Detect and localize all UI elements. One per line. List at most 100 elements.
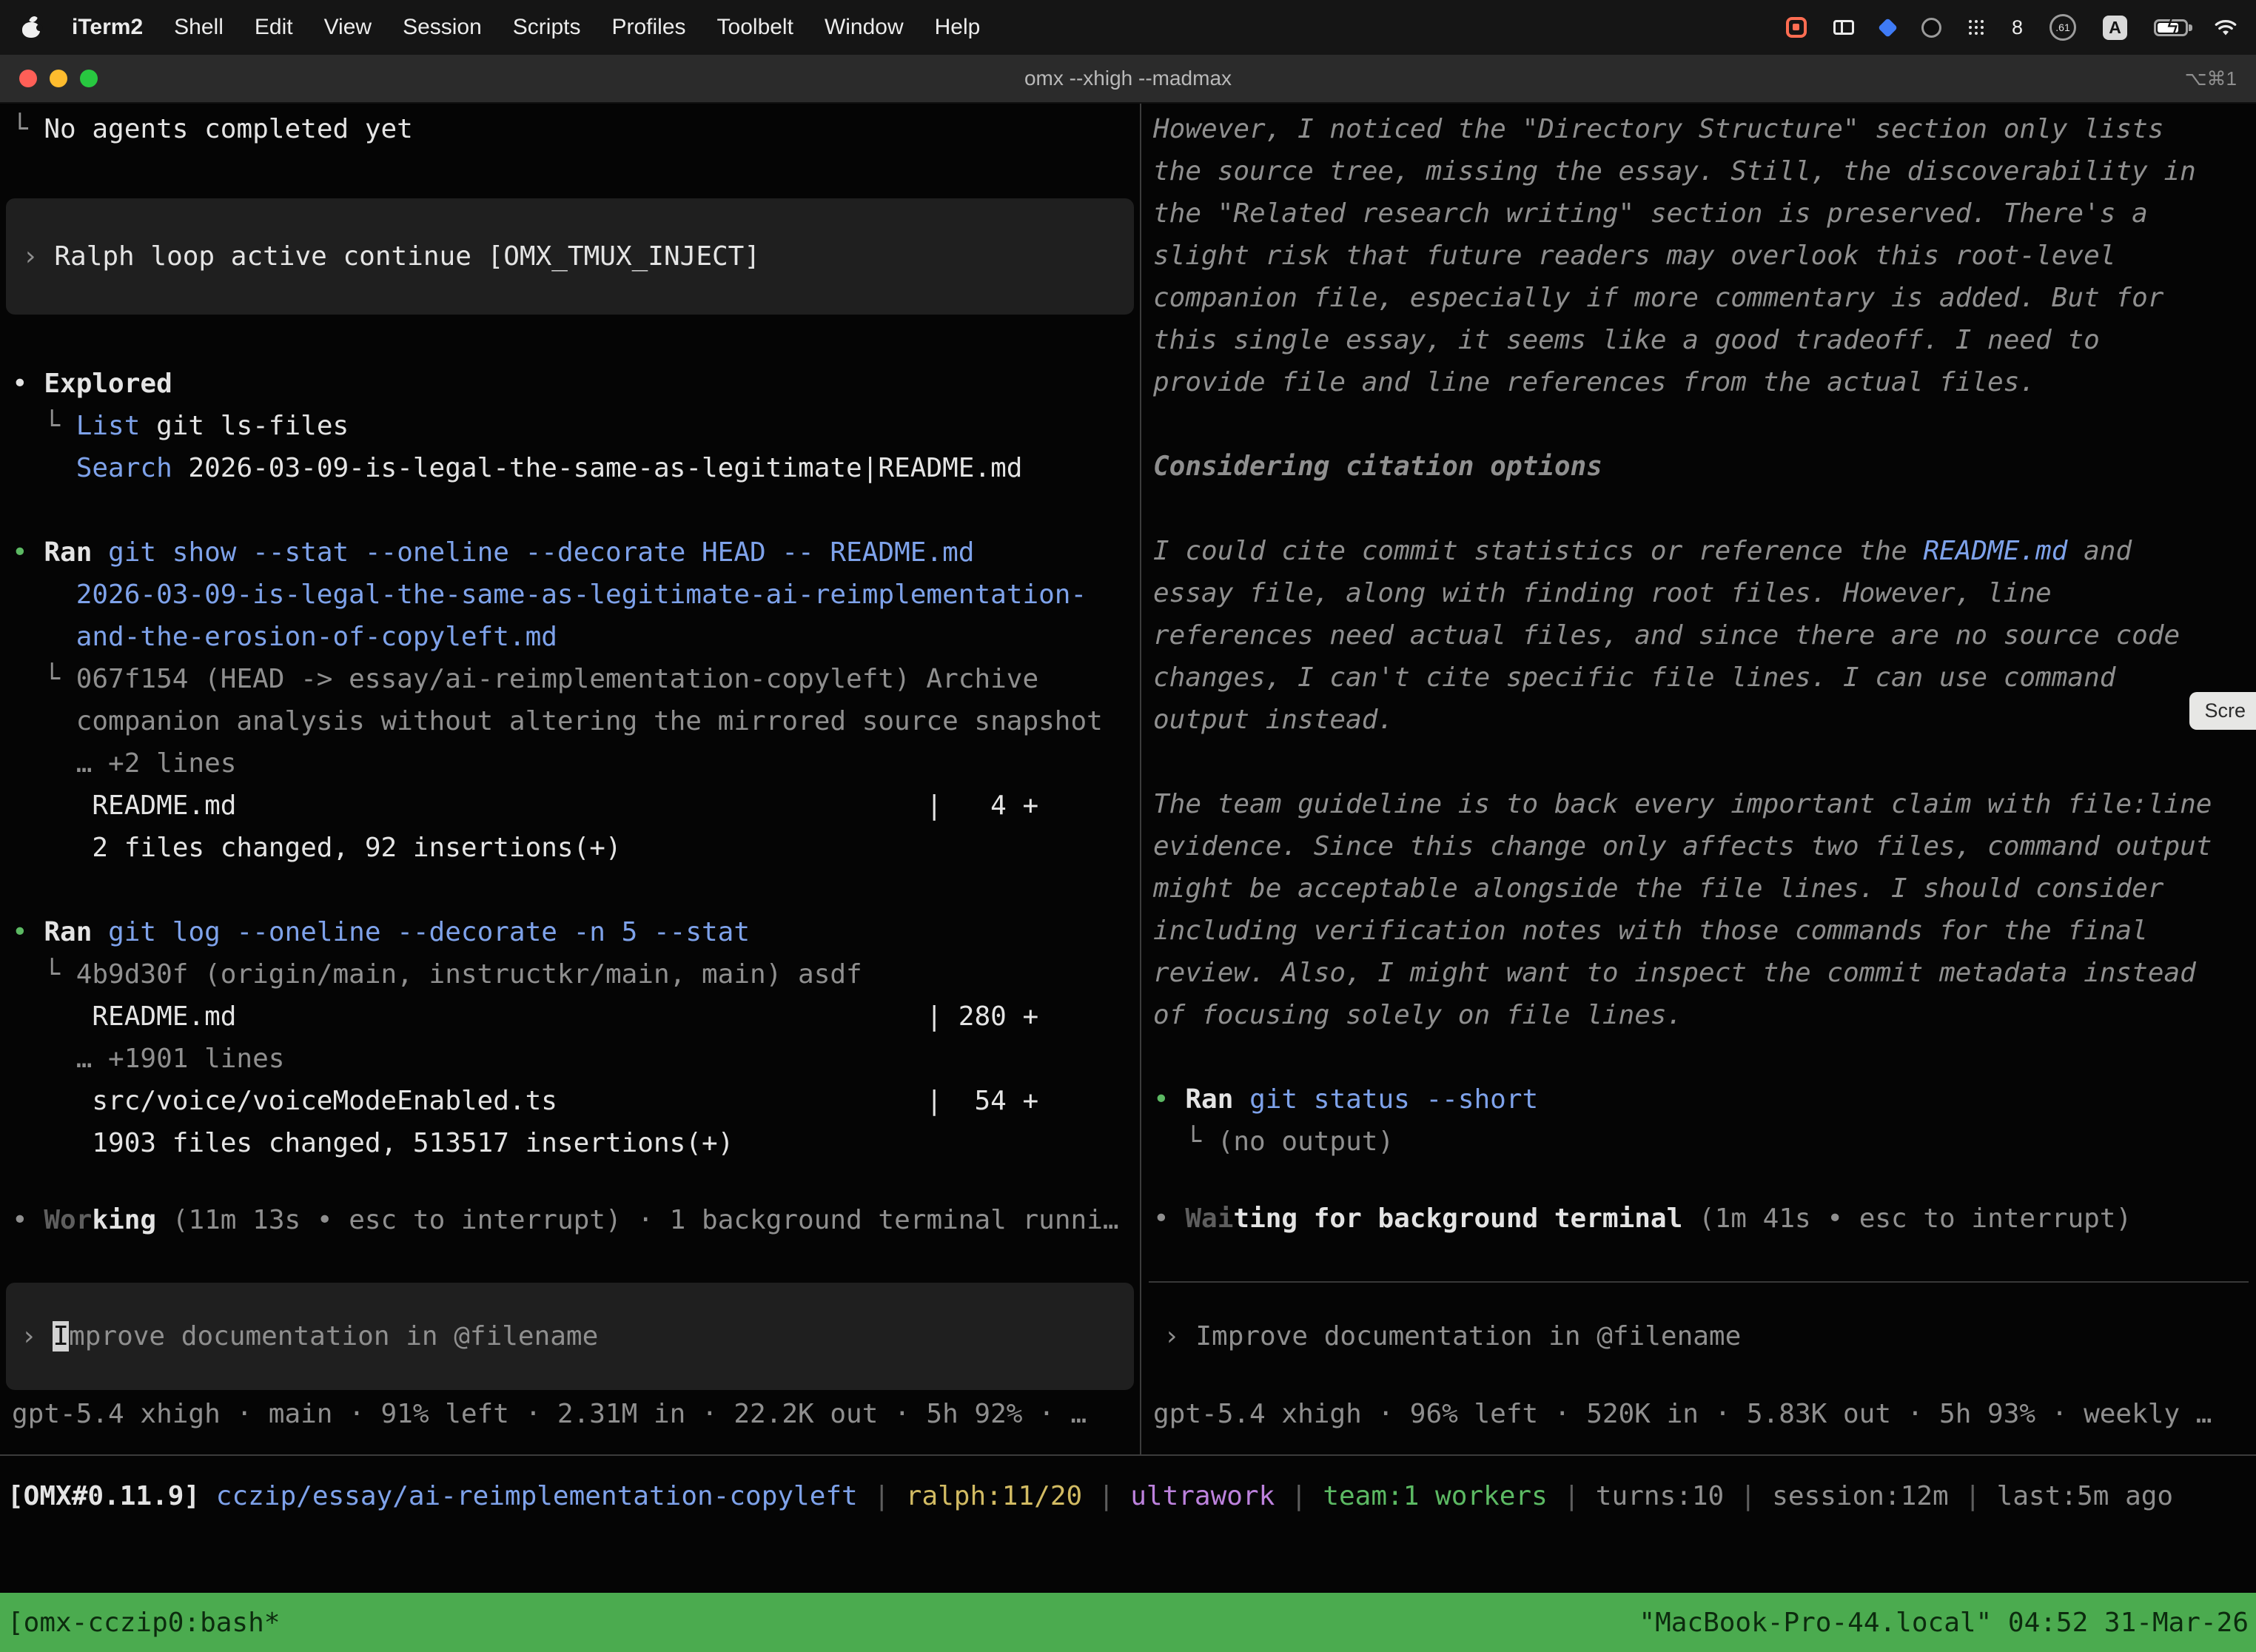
terminal-line: • Ran git log --oneline --decorate -n 5 … [0,911,1140,953]
text-segment: | [858,1481,906,1511]
text-segment: changes, I can't cite specific file line… [1153,662,2115,693]
text-segment: essay file, along with finding root file… [1153,578,2052,608]
terminal-panes: └ No agents completed yet › Ralph loop a… [0,104,2256,1456]
text-segment: turns:10 [1596,1481,1724,1511]
gauge-icon[interactable]: .61 [2049,14,2076,41]
terminal-line: essay file, along with finding root file… [1141,572,2256,614]
minimize-button[interactable] [50,70,67,87]
terminal-line: Search 2026-03-09-is-legal-the-same-as-l… [0,447,1140,489]
text-segment [200,1481,216,1511]
terminal-line: including verification notes with those … [1141,910,2256,952]
terminal-line: of focusing solely on file lines. [1141,994,2256,1036]
text-segment: [OMX#0.11.9] [7,1481,200,1511]
text-segment: the source tree, missing the essay. Stil… [1153,156,2196,187]
terminal-line: companion file, especially if more comme… [1141,277,2256,319]
text-segment: Ran [1185,1084,1233,1115]
menu-item-scripts[interactable]: Scripts [497,15,597,40]
text-segment: cczip/essay/ai-reimplementation-copyleft [216,1481,858,1511]
text-segment: | [1275,1481,1323,1511]
left-prompt-input[interactable]: › Improve documentation in @filename [6,1283,1134,1390]
window-title: omx --xhigh --madmax [0,67,2256,90]
menu-item-view[interactable]: View [309,15,387,40]
text-segment: companion file, especially if more comme… [1153,283,2163,313]
text-segment [12,622,76,652]
text-segment: slight risk that future readers may over… [1153,241,2115,271]
terminal-line: changes, I can't cite specific file line… [1141,657,2256,699]
menu-item-iterm2[interactable]: iTerm2 [56,15,158,40]
text-segment: • [12,537,44,568]
tmux-host-and-time: "MacBook-Pro-44.local" 04:52 31-Mar-26 [1639,1608,2249,1638]
text-segment: └ [12,664,76,694]
text-segment: 2026-03-09-is-legal-the-same-as-legitima… [76,580,1087,610]
menu-item-session[interactable]: Session [387,15,497,40]
window-shortcut-hint: ⌥⌘1 [2185,67,2237,90]
text-segment: • [12,1205,44,1235]
wifi-icon[interactable] [2215,19,2237,36]
terminal-line [1141,741,2256,783]
text-segment: and-the-erosion-of-copyleft.md [76,622,557,652]
charging-bolt-icon [2166,15,2179,39]
omx-status-bar: [OMX#0.11.9] cczip/essay/ai-reimplementa… [0,1456,2256,1593]
text-segment [12,580,76,610]
window-tiling-icon[interactable] [1833,20,1854,35]
right-pane-bottom: • Waiting for background terminal (1m 41… [1141,1198,2256,1435]
close-button[interactable] [19,70,37,87]
text-segment [1682,1203,1699,1234]
text-segment: README.md [1923,536,2067,566]
apple-menu-icon[interactable] [22,17,40,38]
screen-recording-icon[interactable] [1786,17,1807,38]
text-segment: ultrawork [1130,1481,1275,1511]
text-segment: of focusing solely on file lines. [1153,1000,1682,1030]
text-segment: king [92,1205,156,1235]
zoom-button[interactable] [80,70,98,87]
right-prompt-input[interactable]: › Improve documentation in @filename [1149,1281,2249,1390]
text-segment: session:12m [1772,1481,1948,1511]
text-cursor: I [53,1321,69,1352]
dots-grid-icon[interactable] [1968,19,1985,36]
menu-item-profiles[interactable]: Profiles [596,15,701,40]
text-segment: └ [12,411,76,441]
text-segment: 2 files changed, 92 insertions(+) [12,833,622,863]
text-segment: review. Also, I might want to inspect th… [1153,958,2196,988]
window-title-bar[interactable]: omx --xhigh --madmax ⌥⌘1 [0,55,2256,104]
text-segment [92,917,108,947]
terminal-line: The team guideline is to back every impo… [1141,783,2256,825]
terminal-line: • Ran git status --short [1141,1078,2256,1121]
right-session-status: gpt-5.4 xhigh · 96% left · 520K in · 5.8… [1141,1393,2256,1435]
terminal-line: Considering citation options [1141,446,2256,488]
iterm2-desktop: iTerm2ShellEditViewSessionScriptsProfile… [0,0,2256,1652]
dark-app-icon[interactable] [1921,18,1941,38]
text-segment: git show --stat --oneline --decorate HEA… [108,537,974,568]
text-segment [1233,1084,1249,1115]
text-segment: this single essay, it seems like a good … [1153,325,2100,355]
menu-item-edit[interactable]: Edit [239,15,309,40]
text-segment: | [1949,1481,1997,1511]
battery-icon[interactable] [2154,19,2188,36]
menu-item-help[interactable]: Help [919,15,996,40]
text-segment: └ [12,114,44,144]
left-terminal-pane[interactable]: └ No agents completed yet › Ralph loop a… [0,104,1140,1454]
text-segment: Considering citation options [1153,451,1602,482]
text-segment: I could cite commit statistics or refere… [1153,536,1923,566]
terminal-line: the source tree, missing the essay. Stil… [1141,150,2256,192]
inject-banner: › Ralph loop active continue [OMX_TMUX_I… [6,198,1134,315]
terminal-line: slight risk that future readers may over… [1141,235,2256,277]
screen-share-edge-button[interactable]: Scre [2189,692,2256,730]
menu-item-window[interactable]: Window [809,15,919,40]
input-source-icon[interactable]: A [2103,16,2127,40]
left-activity-status: • Working (11m 13s • esc to interrupt) ·… [0,1199,1140,1241]
blue-app-icon[interactable] [1878,18,1898,38]
tmux-session-info: [omx-cczip0:bash* [7,1608,280,1638]
text-segment: the "Related research writing" section i… [1153,198,2148,229]
text-segment: Ran [44,917,92,947]
terminal-line: └ 067f154 (HEAD -> essay/ai-reimplementa… [0,658,1140,700]
text-segment: might be acceptable alongside the file l… [1153,873,2163,904]
stat-number-icon[interactable]: 8 [2012,16,2023,39]
text-segment: … +2 lines [12,748,236,779]
terminal-line: README.md | 280 + [0,995,1140,1038]
terminal-line [0,150,1140,192]
terminal-line [1141,403,2256,446]
right-terminal-pane[interactable]: However, I noticed the "Directory Struct… [1141,104,2256,1454]
menu-item-shell[interactable]: Shell [158,15,239,40]
menu-item-toolbelt[interactable]: Toolbelt [702,15,809,40]
